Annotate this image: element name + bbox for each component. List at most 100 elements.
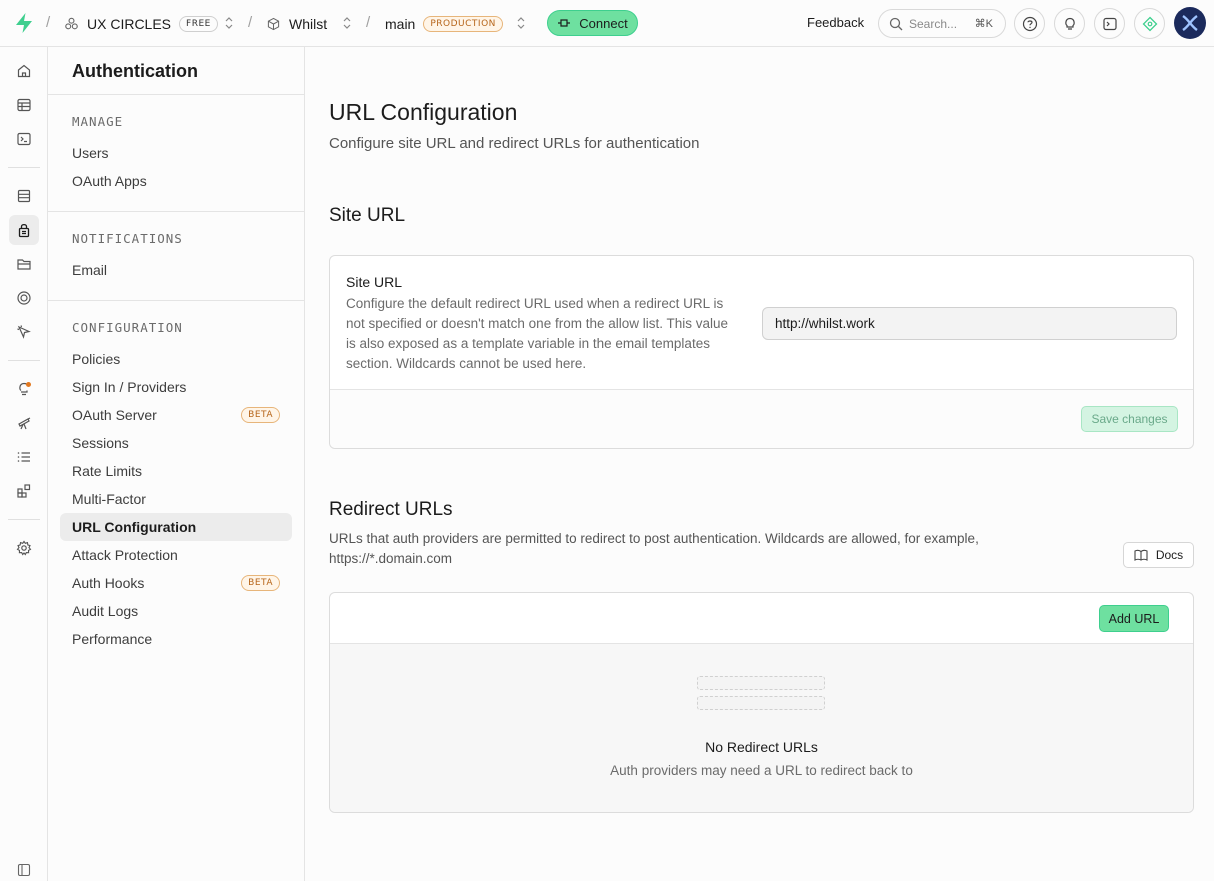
site-url-label: Site URL	[346, 274, 403, 290]
empty-state-title: No Redirect URLs	[705, 739, 818, 755]
sidebar-item-auth-hooks[interactable]: Auth Hooks BETA	[60, 569, 292, 597]
redirect-urls-description: URLs that auth providers are permitted t…	[329, 531, 979, 566]
site-url-input[interactable]	[762, 307, 1177, 340]
book-icon	[1134, 549, 1148, 561]
edge-functions-icon[interactable]	[9, 317, 39, 347]
sql-editor-icon[interactable]	[9, 124, 39, 154]
section-heading-configuration: CONFIGURATION	[72, 320, 183, 335]
main-content: URL Configuration Configure site URL and…	[305, 47, 1214, 881]
project-name: Whilst	[289, 15, 328, 32]
sidebar-item-rate-limits[interactable]: Rate Limits	[60, 457, 292, 485]
avatar[interactable]	[1174, 7, 1206, 39]
rail-divider	[8, 167, 40, 168]
storage-icon[interactable]	[9, 249, 39, 279]
top-bar: / UX CIRCLES FREE / Whilst / main PRODUC…	[0, 0, 1214, 47]
section-heading-notifications: NOTIFICATIONS	[72, 231, 183, 246]
auth-sidebar: Authentication MANAGE Users OAuth Apps N…	[48, 47, 305, 881]
search-shortcut: ⌘K	[974, 18, 993, 30]
page-subtitle: Configure site URL and redirect URLs for…	[329, 135, 700, 152]
sidebar-item-sessions[interactable]: Sessions	[60, 429, 292, 457]
site-url-card: Site URL Configure the default redirect …	[329, 255, 1194, 449]
breadcrumb-separator: /	[248, 14, 253, 31]
icon-rail	[0, 47, 48, 881]
save-changes-button[interactable]: Save changes	[1081, 406, 1178, 432]
sidebar-item-email[interactable]: Email	[60, 256, 292, 284]
chevron-up-down-icon[interactable]	[224, 16, 234, 30]
branch-name: main	[385, 15, 416, 32]
add-url-button[interactable]: Add URL	[1099, 605, 1169, 632]
sidebar-item-label: OAuth Server	[72, 407, 157, 423]
table-editor-icon[interactable]	[9, 90, 39, 120]
chevron-up-down-icon[interactable]	[516, 16, 526, 30]
terminal-icon	[1102, 17, 1117, 30]
whats-new-button[interactable]	[1054, 8, 1085, 39]
site-url-card-footer: Save changes	[330, 389, 1193, 448]
environment-badge: PRODUCTION	[423, 15, 503, 32]
search-input[interactable]: Search... ⌘K	[878, 9, 1006, 38]
redirect-urls-toolbar: Add URL	[330, 593, 1193, 644]
reports-icon[interactable]	[9, 408, 39, 438]
beta-badge: BETA	[241, 575, 280, 591]
chevron-up-down-icon[interactable]	[342, 16, 352, 30]
sidebar-title: Authentication	[72, 61, 198, 81]
sidebar-item-url-configuration[interactable]: URL Configuration	[60, 513, 292, 541]
section-heading-manage: MANAGE	[72, 114, 124, 129]
org-switcher[interactable]: UX CIRCLES FREE	[64, 0, 218, 47]
help-button[interactable]	[1014, 8, 1045, 39]
realtime-icon[interactable]	[9, 283, 39, 313]
sidebar-item-multi-factor[interactable]: Multi-Factor	[60, 485, 292, 513]
redirect-urls-empty-state: No Redirect URLs Auth providers may need…	[330, 644, 1193, 812]
sidebar-item-oauth-apps[interactable]: OAuth Apps	[60, 167, 292, 195]
feedback-button[interactable]: Feedback	[807, 15, 864, 30]
integrations-icon[interactable]	[9, 476, 39, 506]
site-url-description: Configure the default redirect URL used …	[346, 296, 729, 371]
docs-label: Docs	[1155, 548, 1184, 562]
sidebar-item-policies[interactable]: Policies	[60, 345, 292, 373]
breadcrumb-separator: /	[366, 14, 371, 31]
settings-icon[interactable]	[9, 533, 39, 563]
advisors-icon[interactable]	[9, 374, 39, 404]
project-cube-icon	[267, 17, 280, 31]
branch-switcher[interactable]: main PRODUCTION	[385, 0, 503, 47]
redirect-urls-card: Add URL No Redirect URLs Auth providers …	[329, 592, 1194, 813]
lightbulb-icon	[1064, 17, 1075, 30]
sidebar-item-oauth-server[interactable]: OAuth Server BETA	[60, 401, 292, 429]
breadcrumb-separator: /	[46, 14, 51, 31]
assistant-button[interactable]	[1134, 8, 1165, 39]
supabase-logo-icon[interactable]	[14, 12, 34, 34]
site-url-section-title: Site URL	[329, 205, 406, 226]
sidebar-divider	[48, 94, 304, 95]
terminal-button[interactable]	[1094, 8, 1125, 39]
docs-button[interactable]: Docs	[1123, 542, 1194, 568]
rail-divider	[8, 360, 40, 361]
search-placeholder: Search...	[909, 16, 958, 31]
redirect-urls-section-title: Redirect URLs	[329, 499, 453, 520]
empty-placeholder-bar	[697, 696, 825, 710]
help-icon	[1022, 16, 1037, 31]
plug-icon	[558, 19, 571, 27]
search-icon	[889, 17, 903, 30]
connect-label: Connect	[579, 15, 628, 31]
auth-icon[interactable]	[9, 215, 39, 245]
connect-button[interactable]: Connect	[547, 10, 638, 36]
project-switcher[interactable]: Whilst	[267, 0, 327, 47]
org-name: UX CIRCLES	[87, 15, 172, 32]
user-avatar-icon	[1182, 15, 1198, 31]
empty-state-subtitle: Auth providers may need a URL to redirec…	[610, 763, 913, 778]
database-icon[interactable]	[9, 181, 39, 211]
sidebar-divider	[48, 300, 304, 301]
org-icon	[64, 16, 79, 31]
sidebar-item-audit-logs[interactable]: Audit Logs	[60, 597, 292, 625]
beta-badge: BETA	[241, 407, 280, 423]
sidebar-item-users[interactable]: Users	[60, 139, 292, 167]
empty-placeholder-bar	[697, 676, 825, 690]
home-icon[interactable]	[9, 56, 39, 86]
rail-divider	[8, 519, 40, 520]
sidebar-item-performance[interactable]: Performance	[60, 625, 292, 653]
sidebar-divider	[48, 211, 304, 212]
sidebar-item-sign-in-providers[interactable]: Sign In / Providers	[60, 373, 292, 401]
plan-badge: FREE	[179, 15, 218, 32]
collapse-sidebar-icon[interactable]	[9, 855, 39, 881]
logs-icon[interactable]	[9, 442, 39, 472]
sidebar-item-attack-protection[interactable]: Attack Protection	[60, 541, 292, 569]
